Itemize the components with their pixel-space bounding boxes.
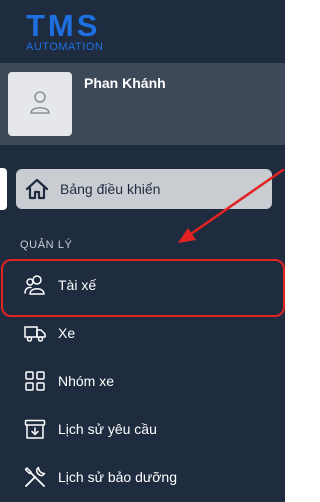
annotation-arrow [178,168,285,243]
